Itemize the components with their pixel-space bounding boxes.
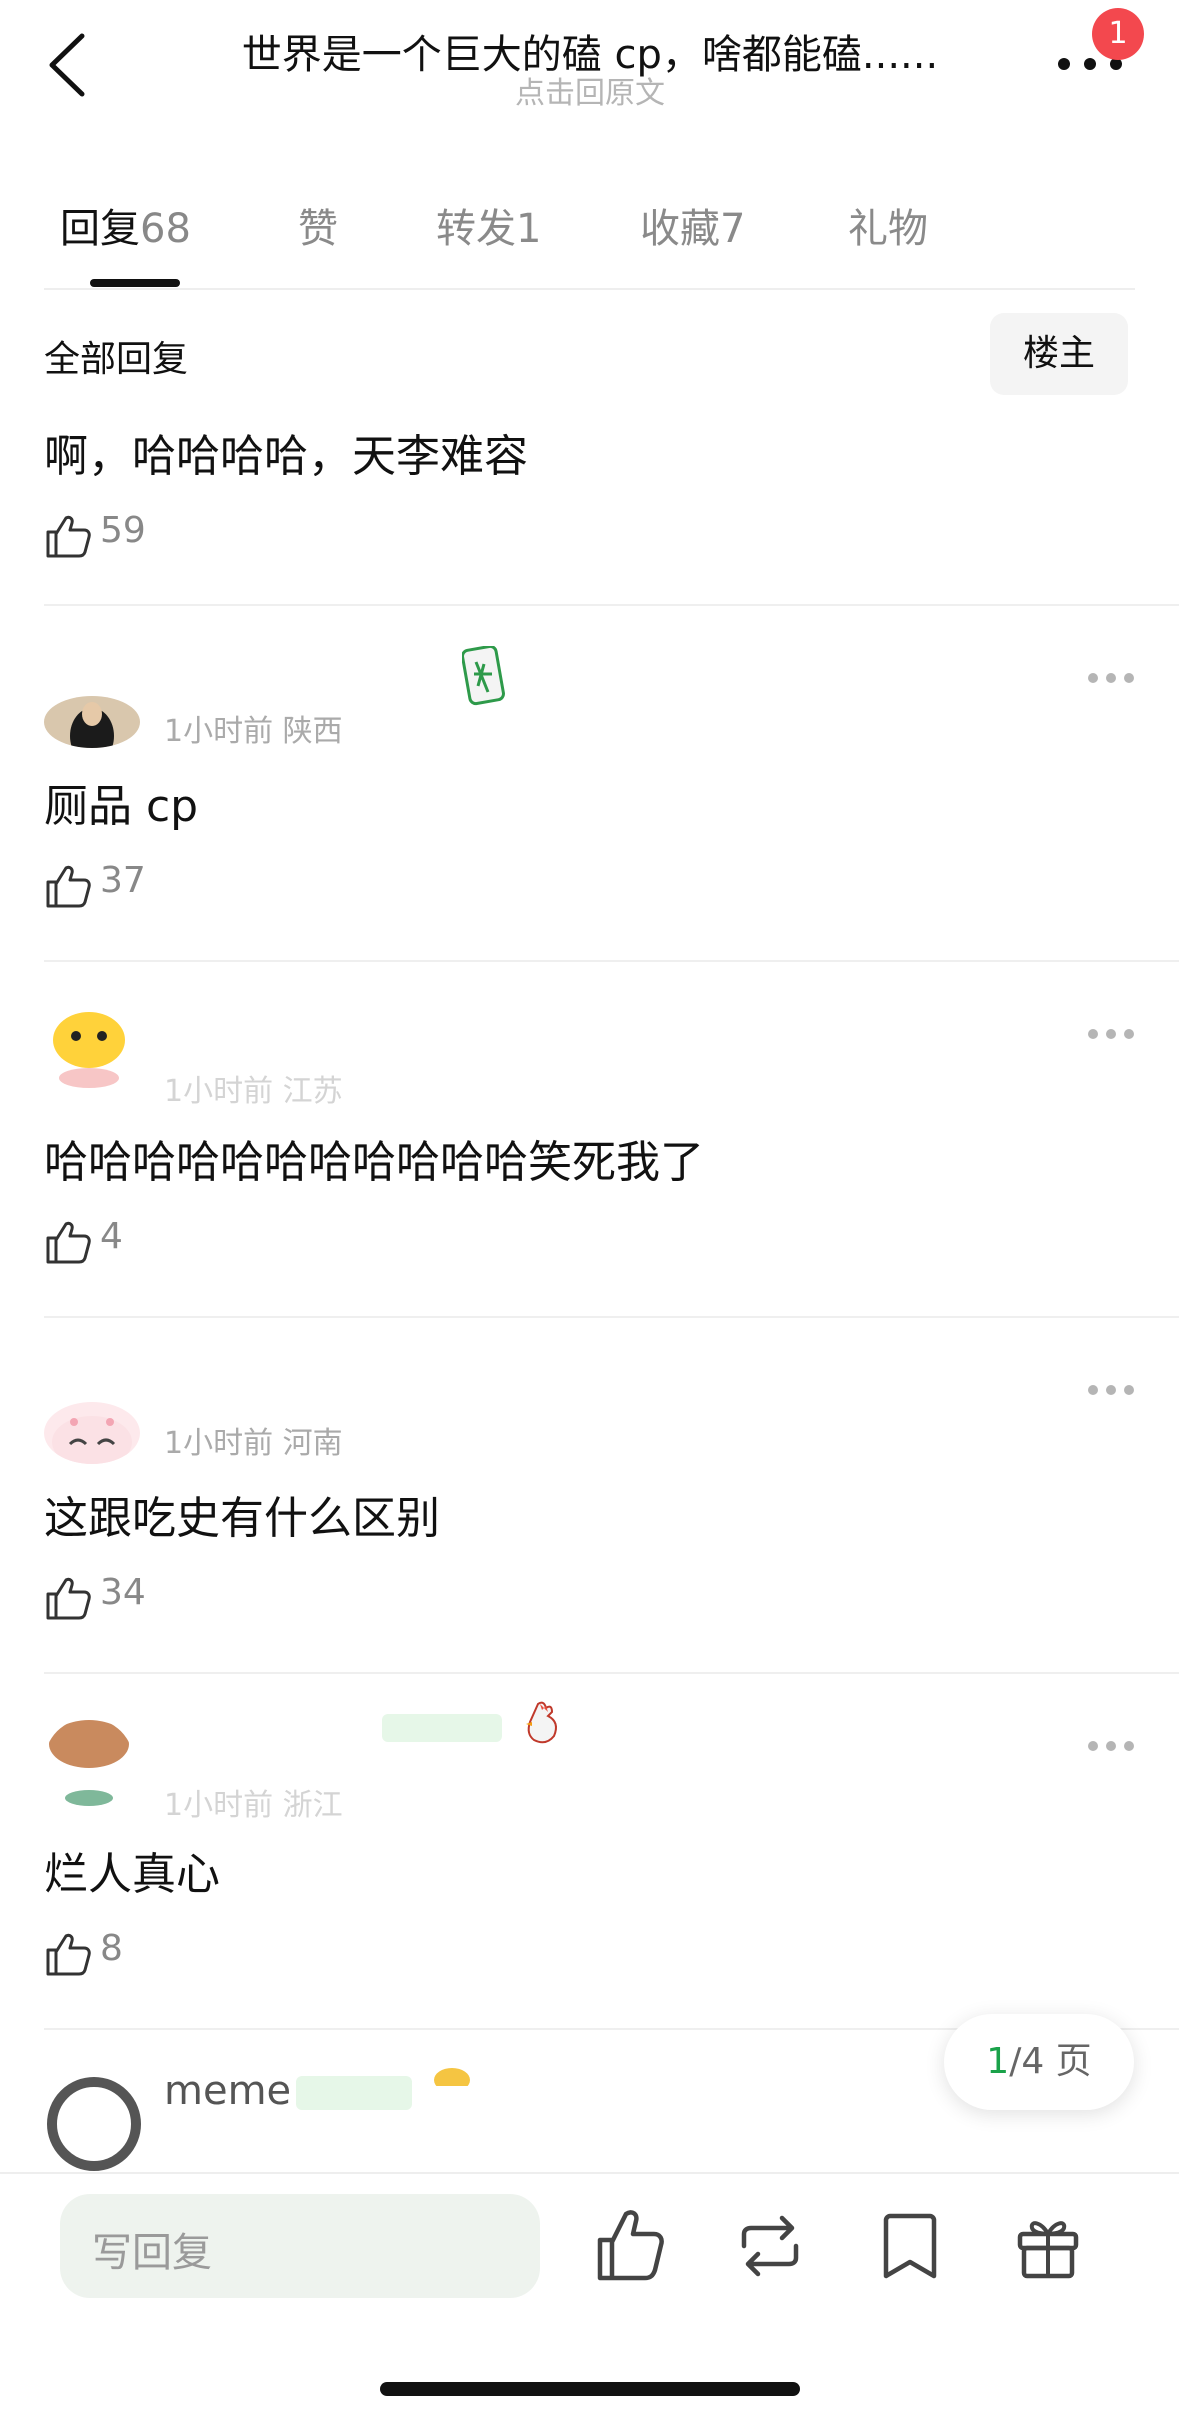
tab-replies[interactable]: 回复68 [60, 196, 191, 254]
rooster-badge-icon [526, 1701, 557, 1744]
user-avatar[interactable] [44, 2074, 144, 2172]
comment-meta: 1小时前 江苏 [164, 1074, 343, 1109]
comment-text: 烂人真心 [44, 1849, 220, 1900]
comment-text: 这跟吃史有什么区别 [44, 1493, 440, 1544]
comment-like-button[interactable]: 37 [44, 858, 184, 914]
comment-item: 1小时前 河南 这跟吃史有什么区别 34 [0, 1322, 1179, 1672]
comment-divider [44, 1672, 1179, 1674]
owner-only-button[interactable]: 楼主 [990, 313, 1128, 395]
comment-more-icon[interactable] [1088, 668, 1138, 688]
thumb-up-icon [46, 1577, 91, 1620]
like-count: 4 [100, 1216, 123, 1257]
tab-count: 1 [516, 206, 542, 252]
gift-icon[interactable] [1008, 2206, 1088, 2286]
user-avatar[interactable] [44, 1718, 134, 1808]
bookmark-icon[interactable] [870, 2206, 950, 2286]
like-count: 34 [100, 1572, 146, 1613]
home-indicator [380, 2382, 800, 2396]
tab-count: 7 [720, 206, 746, 252]
comment-more-icon[interactable] [1088, 1736, 1138, 1756]
tab-reposts[interactable]: 转发1 [436, 196, 541, 254]
user-tag [296, 2076, 412, 2110]
tab-favorites[interactable]: 收藏7 [640, 196, 745, 254]
tabs-divider [44, 288, 1135, 290]
tab-likes[interactable]: 赞 [298, 196, 338, 254]
comment-text: 啊，哈哈哈哈，天李难容 [44, 431, 528, 482]
like-icon[interactable] [590, 2206, 670, 2286]
tab-label: 赞 [298, 206, 338, 252]
comment-like-button[interactable]: 34 [44, 1570, 184, 1626]
active-tab-indicator [90, 279, 180, 287]
comment-divider [44, 604, 1179, 606]
notification-badge: 1 [1092, 8, 1144, 60]
reply-placeholder: 写回复 [92, 2230, 212, 2276]
comment-like-button[interactable]: 4 [44, 1214, 184, 1270]
comment-like-button[interactable]: 8 [44, 1926, 184, 1982]
badge-icon [434, 2068, 470, 2086]
user-tag [382, 1714, 502, 1742]
mahjong-badge-icon [462, 646, 505, 706]
current-page: 1 [986, 2041, 1010, 2082]
comment-item: 1小时前 陕西 厕品 cp 37 [0, 610, 1179, 960]
tab-count: 68 [140, 206, 191, 252]
comment-text: 哈哈哈哈哈哈哈哈哈哈哈笑死我了 [44, 1137, 704, 1188]
back-icon[interactable] [40, 30, 100, 100]
comment-like-button[interactable]: 59 [44, 508, 184, 564]
tab-gifts[interactable]: 礼物 [848, 196, 928, 254]
comment-more-icon[interactable] [1088, 1024, 1138, 1044]
pagination-button[interactable]: 1/4 页 [944, 2014, 1134, 2110]
comment-divider [44, 960, 1179, 962]
thumb-up-icon [46, 865, 91, 908]
comment-meta: 1小时前 浙江 [164, 1788, 343, 1823]
comment-text: 厕品 cp [44, 781, 199, 832]
comment-item: 1小时前 浙江 烂人真心 8 [0, 1678, 1179, 2028]
user-avatar[interactable] [44, 696, 140, 748]
like-count: 8 [100, 1928, 123, 1969]
user-avatar[interactable] [44, 1402, 140, 1464]
repost-icon[interactable] [730, 2206, 810, 2286]
back-to-original-link[interactable]: 点击回原文 [150, 68, 1030, 112]
like-count: 59 [100, 510, 146, 551]
section-title: 全部回复 [44, 339, 189, 380]
comment-item: 1小时前 江苏 哈哈哈哈哈哈哈哈哈哈哈笑死我了 4 [0, 966, 1179, 1316]
comment-meta: 1小时前 陕西 [164, 714, 343, 749]
thumb-up-icon [46, 1933, 91, 1976]
comment-more-icon[interactable] [1088, 1380, 1138, 1400]
tab-label: 转发 [436, 206, 516, 252]
comment-username[interactable]: meme [164, 2068, 291, 2114]
comment-divider [44, 1316, 1179, 1318]
tab-label: 回复 [60, 206, 140, 252]
like-count: 37 [100, 860, 146, 901]
user-avatar[interactable] [44, 1006, 134, 1096]
tab-label: 收藏 [640, 206, 720, 252]
tab-label: 礼物 [848, 206, 928, 252]
total-pages: /4 页 [1009, 2041, 1092, 2082]
thumb-up-icon [46, 1221, 91, 1264]
thumb-up-icon [46, 515, 91, 558]
comment-meta: 1小时前 河南 [164, 1426, 343, 1461]
